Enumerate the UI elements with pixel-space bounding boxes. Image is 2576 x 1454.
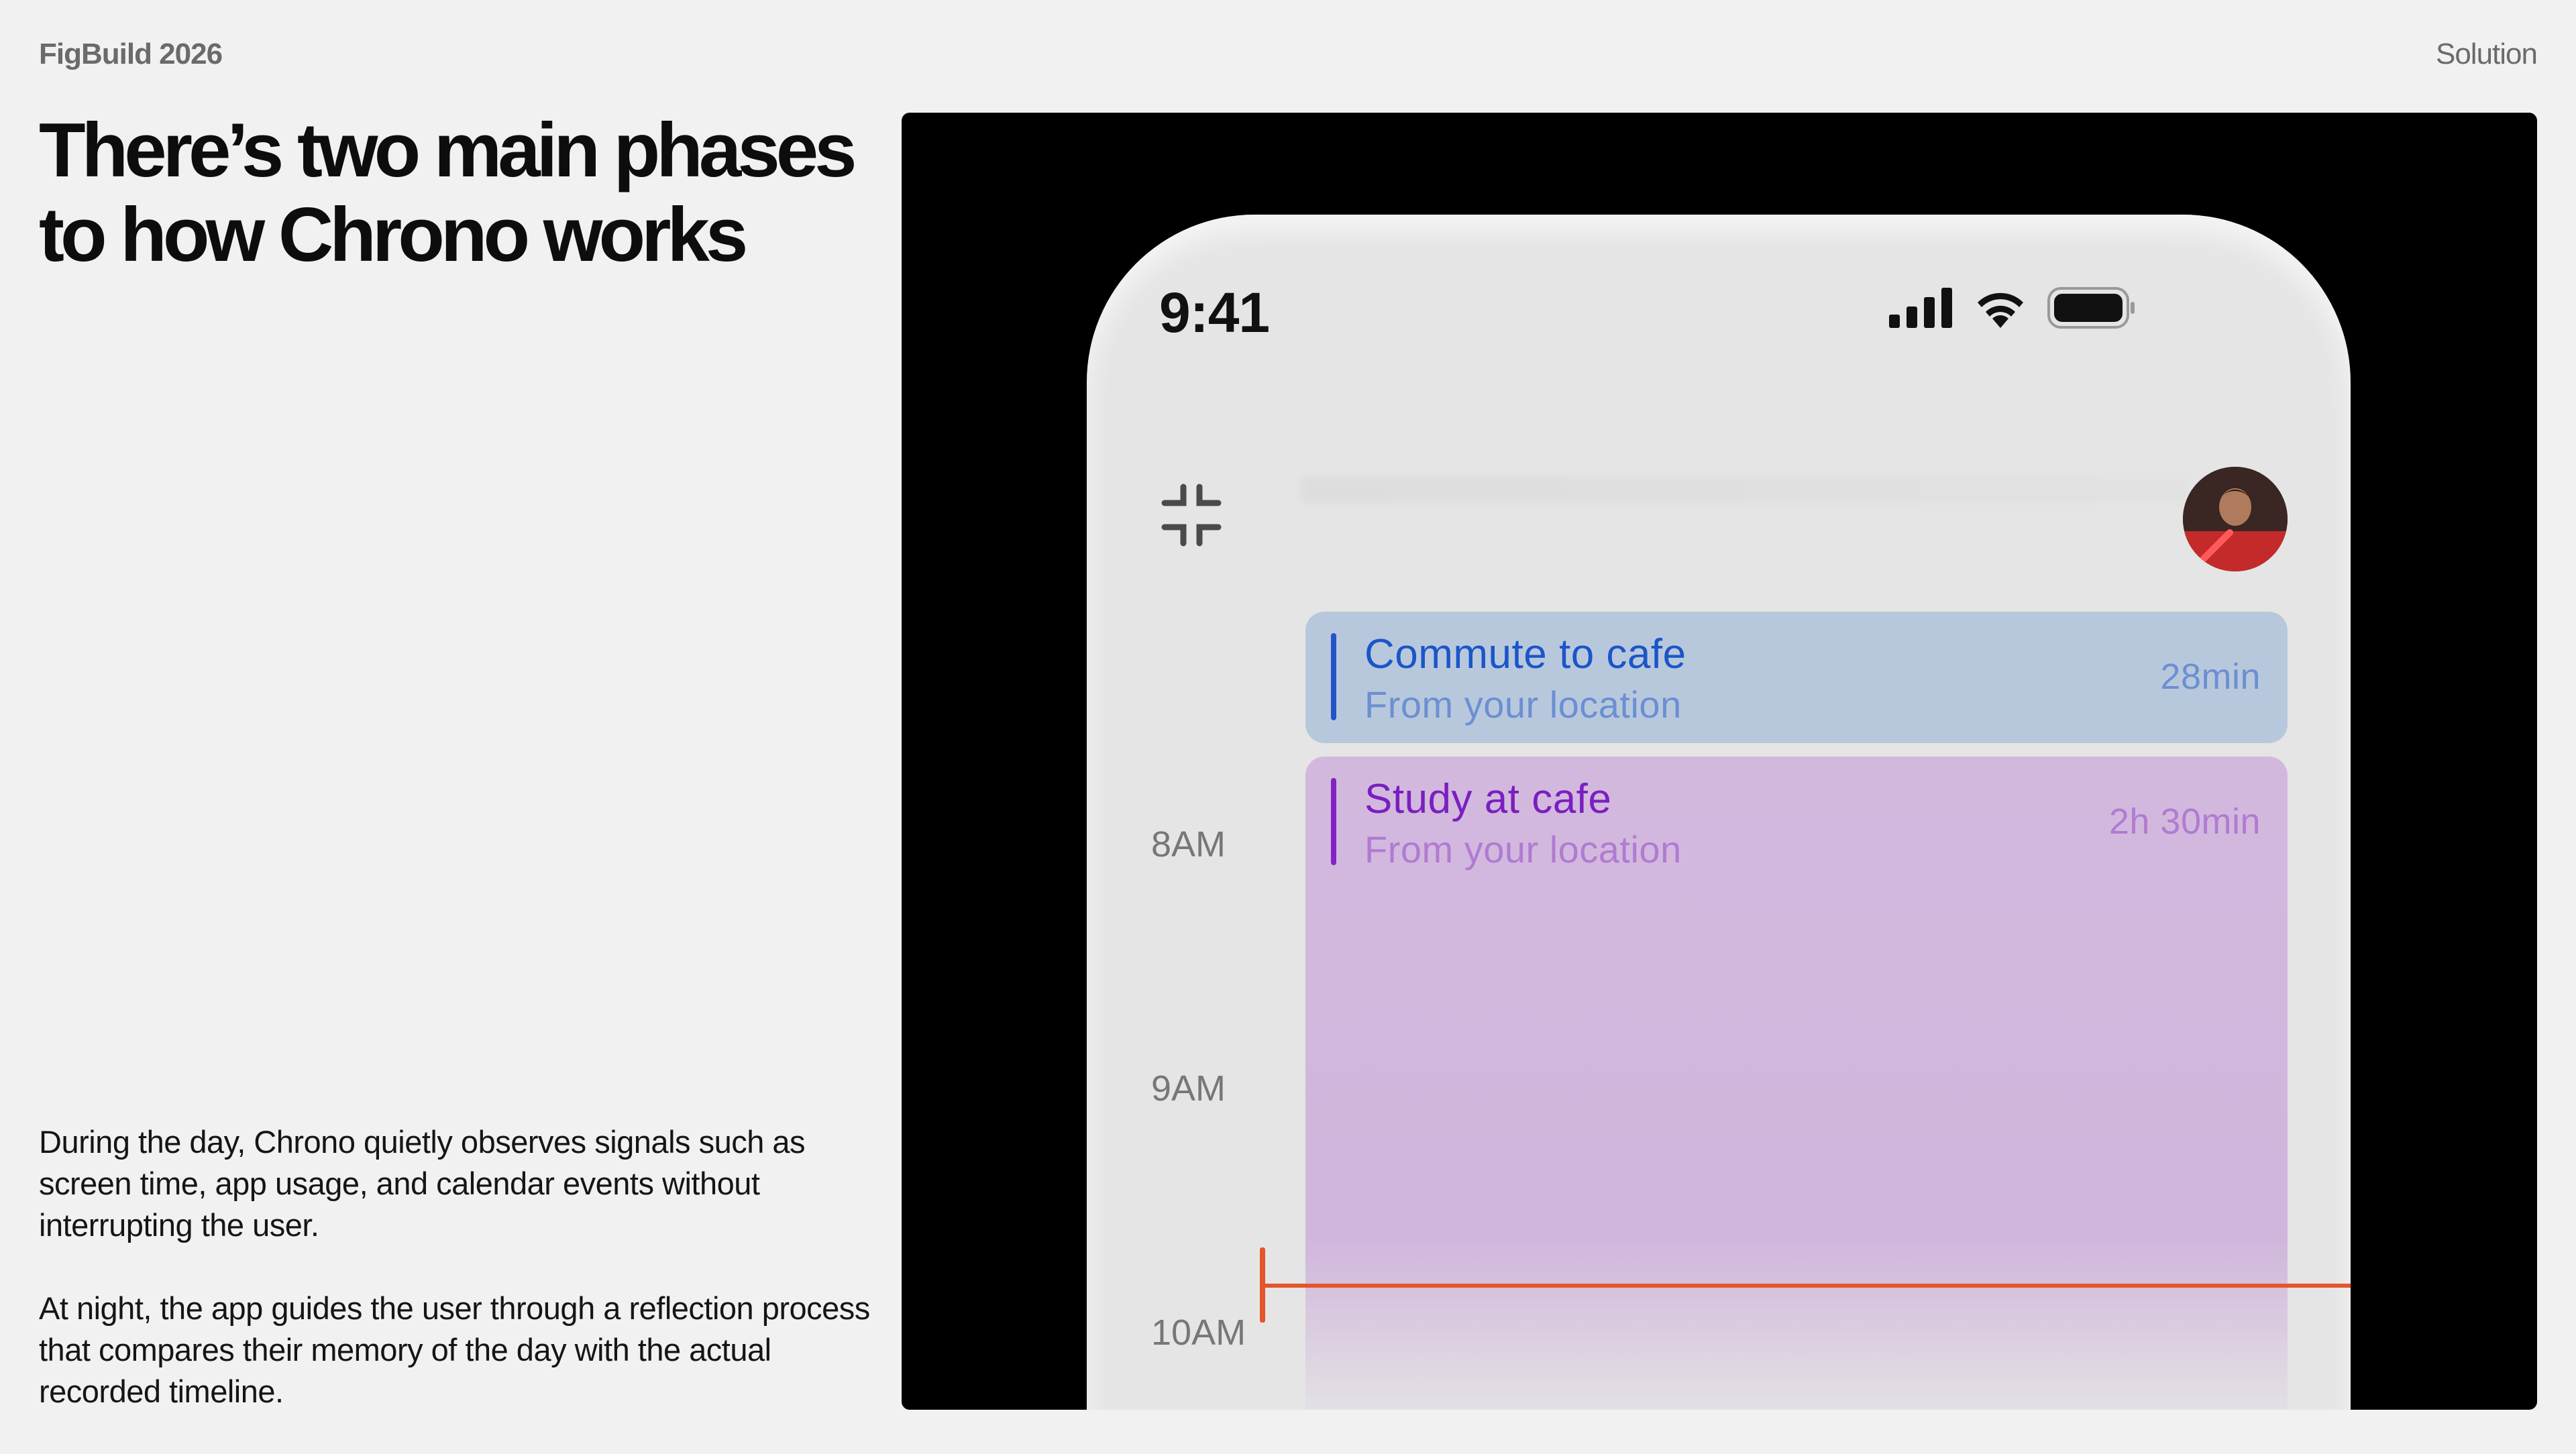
event-subtitle: From your location	[1364, 828, 1682, 871]
event-title: Study at cafe	[1364, 776, 1612, 822]
body-paragraph-2: At night, the app guides the user throug…	[39, 1290, 870, 1409]
event-duration: 2h 30min	[2108, 801, 2261, 842]
event-accent-bar	[1331, 633, 1336, 720]
status-icons	[1889, 287, 2136, 329]
body-paragraph-1: During the day, Chrono quietly observes …	[39, 1124, 806, 1243]
hour-label-9am: 9AM	[1151, 1068, 1226, 1109]
event-title: Commute to cafe	[1364, 631, 1686, 677]
event-duration: 28min	[2160, 657, 2261, 697]
event-card-commute[interactable]: Commute to cafe From your location 28min	[1305, 612, 2288, 743]
battery-icon	[2047, 287, 2135, 329]
title-line-2: to how Chrono works	[39, 192, 748, 278]
event-card-study[interactable]: Study at cafe From your location 2h 30mi…	[1305, 757, 2288, 1410]
toolbar-backdrop	[1301, 476, 2187, 503]
status-time: 9:41	[1159, 281, 1270, 344]
wifi-icon	[1978, 292, 2023, 328]
page-title: There’s two main phases to how Chrono wo…	[39, 109, 891, 278]
collapse-icon[interactable]	[1159, 483, 1224, 547]
phone-screen: 9:41 8AM 9AM 10AM Commute to cafe From y…	[1087, 215, 2351, 1410]
brand-label: FigBuild 2026	[39, 38, 223, 70]
hour-label-8am: 8AM	[1151, 824, 1226, 864]
body-copy: During the day, Chrono quietly observes …	[39, 1121, 891, 1454]
event-subtitle: From your location	[1364, 683, 1682, 726]
title-line-1: There’s two main phases	[39, 108, 857, 193]
event-accent-bar	[1331, 778, 1336, 865]
section-label: Solution	[2435, 38, 2538, 70]
phone-mockup-stage: 9:41 8AM 9AM 10AM Commute to cafe From y…	[902, 113, 2537, 1410]
hour-label-10am: 10AM	[1151, 1312, 1246, 1353]
cellular-signal-icon	[1889, 288, 1952, 328]
user-avatar[interactable]	[2183, 467, 2288, 571]
avatar-photo	[2183, 467, 2288, 571]
current-time-line	[1265, 1284, 2351, 1288]
